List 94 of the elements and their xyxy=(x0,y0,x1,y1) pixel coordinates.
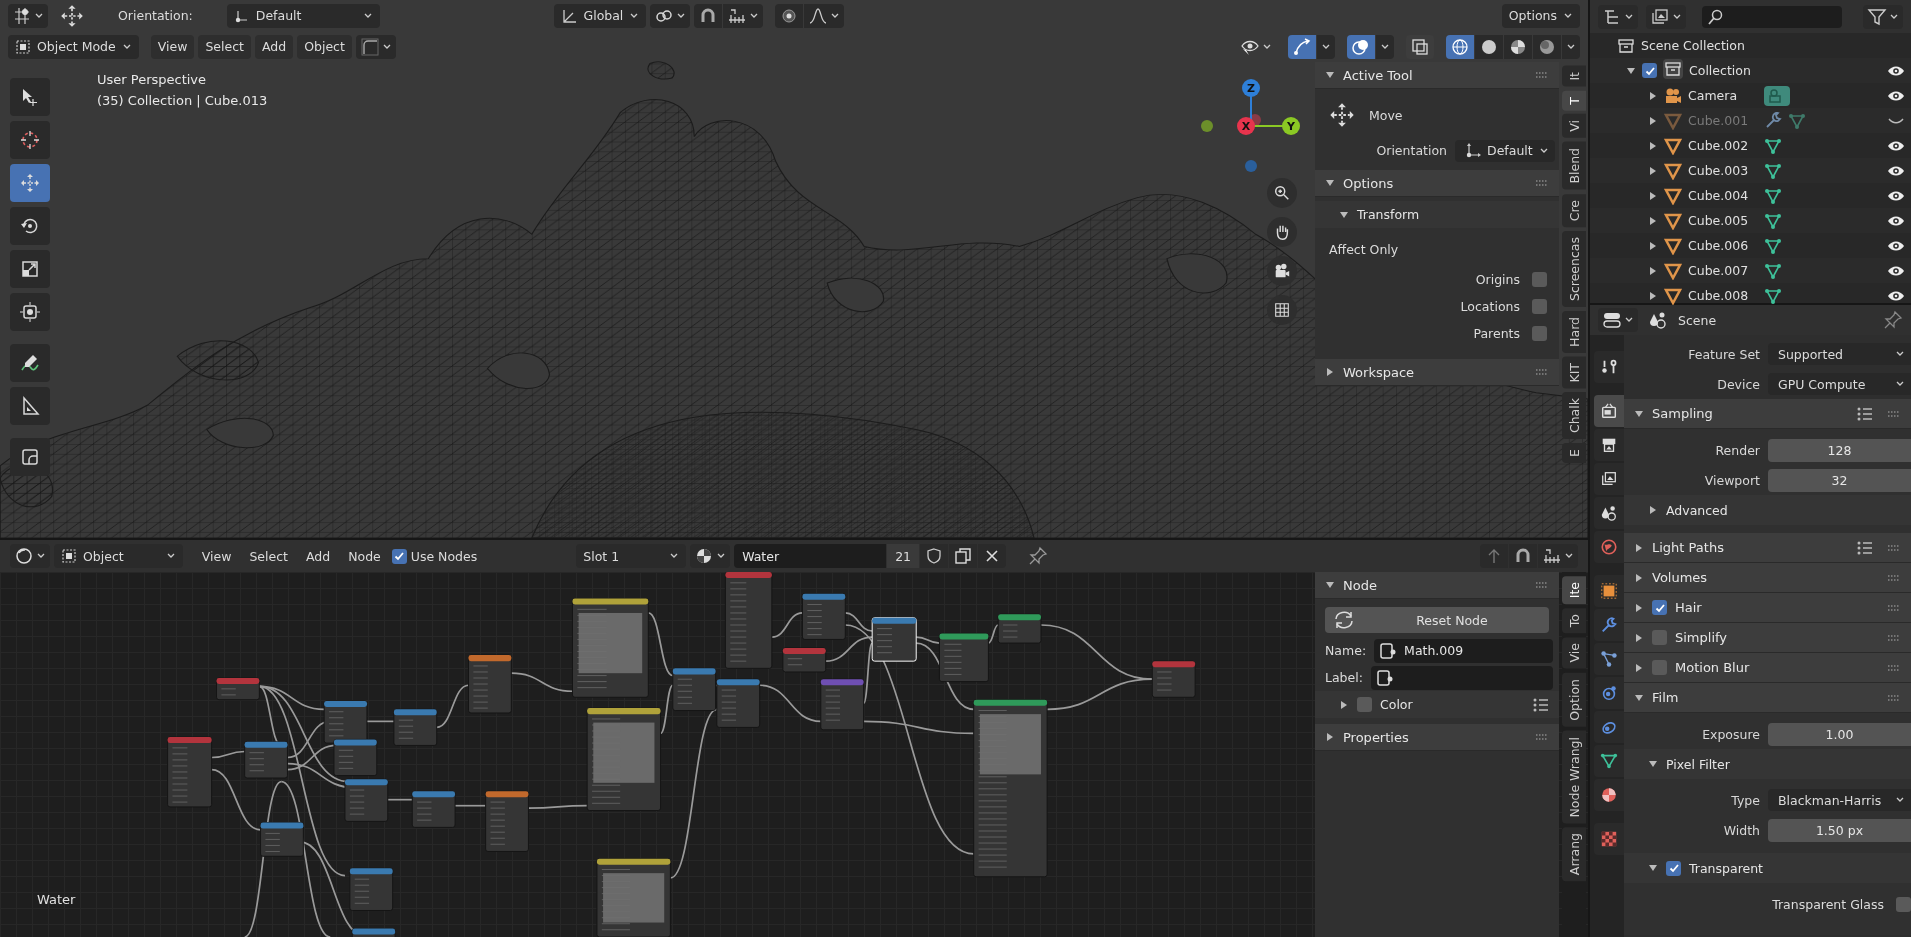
checkbox-label: Locations xyxy=(1460,299,1520,314)
panel-header[interactable]: Transparent xyxy=(1624,853,1911,883)
sidebar-tab[interactable]: Chalk xyxy=(1562,392,1586,440)
outliner-item[interactable]: Cube.003 xyxy=(1688,163,1758,178)
transform-orientation-dropdown[interactable]: Global xyxy=(554,3,647,28)
outliner-item[interactable]: Cube.004 xyxy=(1688,188,1758,203)
sidebar-tab[interactable]: Node Wrangl xyxy=(1562,730,1586,824)
panel-header[interactable]: Film xyxy=(1624,683,1911,713)
field-label: Exposure xyxy=(1701,726,1760,742)
section-label: Affect Only xyxy=(1328,240,1400,259)
field-label: Device xyxy=(1716,376,1760,392)
text-field[interactable]: Math.009 xyxy=(1374,638,1553,663)
options-dropdown[interactable]: Options xyxy=(1501,3,1580,28)
checkbox-label: Origins xyxy=(1475,272,1520,287)
outliner-item[interactable]: Collection xyxy=(1689,63,1751,78)
number-field[interactable]: 128 xyxy=(1768,438,1911,462)
dropdown[interactable]: Supported xyxy=(1768,343,1911,365)
sidebar-tab[interactable]: It xyxy=(1562,66,1586,87)
sidebar-tab[interactable]: Blend xyxy=(1562,142,1586,190)
menu-item[interactable]: Select xyxy=(242,544,295,568)
orientation-label: Orientation: xyxy=(118,8,193,23)
tool-name: Move xyxy=(1369,107,1403,123)
number-field[interactable]: 1.00 xyxy=(1768,722,1911,746)
sidebar-tab[interactable]: Cre xyxy=(1562,193,1586,227)
menu-item[interactable]: Object xyxy=(297,34,352,59)
sidebar-tab[interactable]: T xyxy=(1562,90,1586,111)
outliner-item[interactable]: Camera xyxy=(1688,88,1758,103)
menu-item[interactable]: Select xyxy=(198,34,251,59)
material-label: Water xyxy=(37,892,76,907)
reset-button[interactable]: Reset Node xyxy=(1325,607,1549,633)
menu-item[interactable]: Node xyxy=(341,544,388,568)
slot-dropdown[interactable]: Slot 1 xyxy=(576,544,687,568)
field-label: Feature Set xyxy=(1687,346,1760,362)
panel-header[interactable]: Transform xyxy=(1315,201,1559,228)
panel-header[interactable]: Options xyxy=(1315,170,1559,197)
viewport-info-text: User Perspective xyxy=(97,72,208,87)
panel-header[interactable]: Color xyxy=(1315,691,1559,718)
panel-header[interactable]: Node xyxy=(1315,572,1559,599)
outliner-item[interactable]: Cube.005 xyxy=(1688,213,1758,228)
panel-header[interactable]: Properties xyxy=(1315,724,1559,751)
dropdown[interactable]: GPU Compute xyxy=(1768,373,1911,395)
field-label: Label: xyxy=(1325,670,1363,685)
sidebar-tab[interactable]: Vie xyxy=(1562,637,1586,669)
sidebar-tab[interactable]: E xyxy=(1562,443,1586,464)
mode-dropdown[interactable]: Object Mode xyxy=(8,34,139,59)
material-name-field[interactable]: Water xyxy=(734,544,887,568)
outliner-item[interactable]: Cube.007 xyxy=(1688,263,1758,278)
object-type-dropdown[interactable]: Object xyxy=(54,544,183,568)
outliner-item[interactable]: Cube.008 xyxy=(1688,288,1758,303)
orientation-dropdown[interactable]: Default xyxy=(226,3,381,28)
menu-item[interactable]: Add xyxy=(298,544,338,568)
dropdown[interactable]: Blackman-Harris xyxy=(1768,789,1911,811)
number-field[interactable]: 1.50 px xyxy=(1768,818,1911,842)
outliner-item[interactable]: Scene Collection xyxy=(1641,38,1745,53)
panel-header[interactable]: Hair xyxy=(1624,593,1911,623)
viewport-info-text: (35) Collection | Cube.013 xyxy=(97,93,268,108)
panel-header[interactable]: Sampling xyxy=(1624,399,1911,429)
axis-handle[interactable]: X xyxy=(1237,117,1255,135)
panel-header[interactable]: Volumes xyxy=(1624,563,1911,593)
field-label: Viewport xyxy=(1703,472,1760,488)
checkbox-label: Parents xyxy=(1473,326,1520,341)
field-label: Render xyxy=(1714,442,1760,458)
field-label: Orientation xyxy=(1375,143,1447,158)
menu-item[interactable]: View xyxy=(194,544,239,568)
field-label: Width xyxy=(1722,822,1760,838)
sidebar-tab[interactable]: Option xyxy=(1562,672,1586,727)
panel-header[interactable]: Workspace xyxy=(1315,359,1559,386)
menu-item[interactable]: View xyxy=(150,34,195,59)
checkbox-label: Use Nodes xyxy=(410,548,478,564)
panel-header[interactable]: Active Tool xyxy=(1315,62,1559,89)
sidebar-tab[interactable]: Hard xyxy=(1562,310,1586,353)
sidebar-tab[interactable]: KIT xyxy=(1562,356,1586,389)
dropdown[interactable]: Default xyxy=(1455,139,1555,162)
panel-header[interactable]: Simplify xyxy=(1624,623,1911,653)
axis-handle[interactable]: Y xyxy=(1282,117,1300,135)
sidebar-tab[interactable]: Vi xyxy=(1562,114,1586,138)
panel-header[interactable]: Advanced xyxy=(1624,495,1911,525)
context-label: Scene xyxy=(1678,312,1717,328)
sidebar-tab[interactable]: Screencas xyxy=(1562,230,1586,307)
sidebar-tab[interactable]: Arrang xyxy=(1562,827,1586,882)
outliner-item[interactable]: Cube.002 xyxy=(1688,138,1758,153)
user-count[interactable]: 21 xyxy=(887,544,920,568)
panel-header[interactable]: Pixel Filter xyxy=(1624,749,1911,779)
sidebar-tab[interactable]: To xyxy=(1562,608,1586,634)
menu-item[interactable]: Add xyxy=(255,34,294,59)
axis-handle[interactable]: Z xyxy=(1242,79,1260,97)
field-label: Type xyxy=(1730,792,1760,808)
sidebar-tab[interactable]: Ite xyxy=(1562,576,1586,605)
panel-header[interactable]: Motion Blur xyxy=(1624,653,1911,683)
checkbox-label: Transparent Glass xyxy=(1772,896,1884,912)
number-field[interactable]: 32 xyxy=(1768,468,1911,492)
field-label: Name: xyxy=(1325,643,1367,658)
outliner-item[interactable]: Cube.006 xyxy=(1688,238,1758,253)
panel-header[interactable]: Light Paths xyxy=(1624,533,1911,563)
